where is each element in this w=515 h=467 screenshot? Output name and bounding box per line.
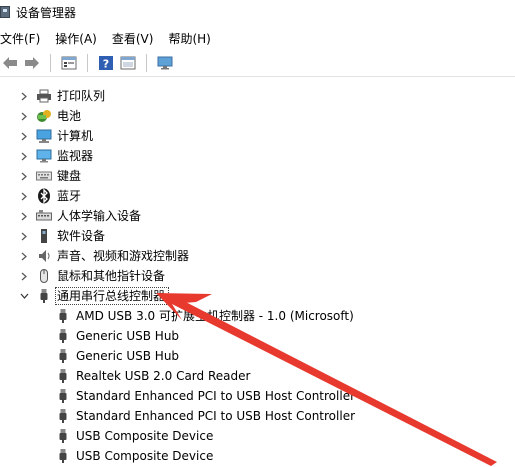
chevron-right-icon[interactable] — [19, 186, 29, 206]
battery-icon — [36, 108, 52, 124]
tree-item-label: 软件设备 — [57, 229, 106, 243]
monitor-scan-icon[interactable] — [155, 53, 175, 73]
window-title: 设备管理器 — [16, 5, 77, 20]
chevron-down-icon[interactable] — [19, 286, 29, 306]
forward-arrow-icon[interactable] — [22, 53, 42, 73]
chevron-right-icon[interactable] — [19, 266, 29, 286]
usb-icon — [55, 428, 71, 444]
tree-item-label: 计算机 — [57, 129, 94, 143]
tree-item-label: AMD USB 3.0 可扩展主机控制器 - 1.0 (Microsoft) — [76, 309, 354, 323]
tree-item-label: 键盘 — [57, 169, 82, 183]
usb-icon — [36, 288, 52, 304]
usb-icon — [55, 408, 71, 424]
tree-item-label: 声音、视频和游戏控制器 — [57, 249, 190, 263]
menu-bar: 文件(F) 操作(A) 查看(V) 帮助(H) — [0, 28, 515, 48]
chevron-right-icon[interactable] — [19, 246, 29, 266]
chevron-right-icon[interactable] — [19, 126, 29, 146]
toolbar-separator — [50, 54, 51, 72]
tree-item-label: 监视器 — [57, 149, 94, 163]
device-manager-icon — [0, 6, 10, 18]
chevron-right-icon[interactable] — [19, 86, 29, 106]
console-icon[interactable] — [118, 53, 138, 73]
toolbar-separator — [87, 54, 88, 72]
menu-action[interactable]: 操作(A) — [55, 30, 97, 47]
tree-item-label: Standard Enhanced PCI to USB Host Contro… — [76, 409, 356, 423]
keyboard-icon — [36, 168, 52, 184]
tree-item-label: Generic USB Hub — [76, 349, 180, 363]
properties-icon[interactable] — [59, 53, 79, 73]
tree-item-label: 电池 — [57, 109, 82, 123]
menu-file[interactable]: 文件(F) — [0, 30, 40, 47]
bluetooth-icon — [36, 188, 52, 204]
printer-icon — [36, 88, 52, 104]
monitor-icon — [36, 148, 52, 164]
tree-item-label: 通用串行总线控制器 — [57, 289, 166, 303]
usb-icon — [55, 368, 71, 384]
toolbar: ? — [0, 50, 515, 77]
tree-item-label: Realtek USB 2.0 Card Reader — [76, 369, 251, 383]
tree-item-label: 蓝牙 — [57, 189, 82, 203]
tree-item-label: Standard Enhanced PCI to USB Host Contro… — [76, 389, 356, 403]
usb-icon — [55, 448, 71, 464]
chevron-right-icon[interactable] — [19, 206, 29, 226]
help-icon[interactable]: ? — [96, 53, 116, 73]
back-arrow-icon[interactable] — [0, 53, 20, 73]
tree-item-label: 鼠标和其他指针设备 — [57, 269, 166, 283]
chevron-right-icon[interactable] — [19, 166, 29, 186]
menu-help[interactable]: 帮助(H) — [168, 30, 210, 47]
tree-item-label: 打印队列 — [57, 89, 106, 103]
computer-icon — [36, 128, 52, 144]
usb-icon — [55, 328, 71, 344]
hid-icon — [36, 208, 52, 224]
usb-icon — [55, 308, 71, 324]
tree-item-label: 人体学输入设备 — [57, 209, 142, 223]
svg-text:?: ? — [103, 58, 109, 71]
tree-item-label: USB Composite Device — [76, 449, 214, 463]
usb-icon — [55, 388, 71, 404]
mouse-icon — [36, 268, 52, 284]
speaker-icon — [36, 248, 52, 264]
usb-icon — [55, 348, 71, 364]
chevron-right-icon[interactable] — [19, 106, 29, 126]
toolbar-separator — [146, 54, 147, 72]
chevron-right-icon[interactable] — [19, 226, 29, 246]
menu-view[interactable]: 查看(V) — [112, 30, 154, 47]
software-device-icon — [36, 228, 52, 244]
tree-item-label: Generic USB Hub — [76, 329, 180, 343]
title-bar: 设备管理器 — [0, 0, 515, 24]
chevron-right-icon[interactable] — [19, 146, 29, 166]
tree-item-label: USB Composite Device — [76, 429, 214, 443]
